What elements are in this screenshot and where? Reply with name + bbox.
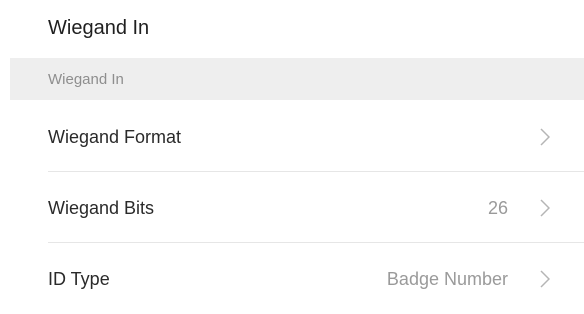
wiegand-bits-value: 26 [487, 198, 508, 218]
wiegand-format-row[interactable]: Wiegand Format [0, 101, 584, 172]
wiegand-in-screen: Wiegand In Wiegand In Wiegand Format Wie… [0, 0, 584, 314]
chevron-right-icon [540, 270, 550, 288]
id-type-label: ID Type [48, 269, 110, 289]
wiegand-format-label: Wiegand Format [48, 127, 182, 147]
wiegand-bits-row[interactable]: Wiegand Bits 26 [0, 172, 584, 243]
id-type-value: Badge Number [386, 269, 508, 289]
wiegand-bits-label: Wiegand Bits [48, 198, 155, 218]
chevron-right-icon [540, 128, 550, 146]
id-type-row[interactable]: ID Type Badge Number [0, 243, 584, 314]
settings-list: Wiegand Format Wiegand Bits 26 ID Type B… [0, 101, 584, 314]
page-title: Wiegand In [48, 17, 150, 39]
chevron-right-icon [540, 199, 550, 217]
section-header: Wiegand In [10, 58, 584, 100]
section-header-label: Wiegand In [48, 71, 124, 88]
